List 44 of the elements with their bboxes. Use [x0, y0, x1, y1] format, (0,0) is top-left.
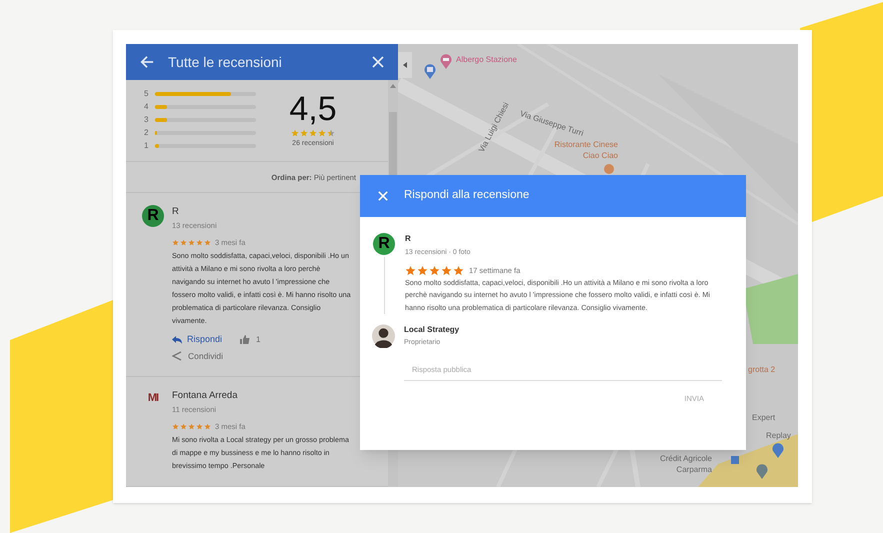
collapse-tab[interactable]: [398, 52, 412, 78]
star-icon: [405, 264, 416, 276]
dialog-title: Rispondi alla recensione: [404, 188, 530, 204]
thumbs-up-icon[interactable]: [240, 335, 250, 344]
scroll-up-icon[interactable]: [390, 84, 396, 88]
histogram-label: 1: [144, 140, 149, 152]
owner-name: Local Strategy: [404, 324, 460, 336]
map-label: Crédit Agricole Carparma: [658, 453, 712, 475]
map-label: Ristorante Cinese Ciao Ciao: [553, 139, 618, 161]
like-count: 1: [256, 334, 260, 346]
star-icon: [429, 264, 440, 276]
bus-pin-icon[interactable]: [424, 64, 436, 79]
map-pin-icon[interactable]: [756, 464, 768, 479]
map-label: Albergo Stazione: [456, 54, 517, 65]
histogram-label: 5: [144, 88, 149, 100]
share-button[interactable]: Condividi: [172, 350, 223, 362]
map-label: grotta 2: [748, 364, 776, 375]
share-icon: [172, 350, 182, 361]
reviewer-name: R: [172, 205, 180, 220]
panel-title: Tutte le recensioni: [168, 52, 283, 72]
back-arrow-icon[interactable]: [140, 55, 154, 69]
close-icon[interactable]: [372, 56, 384, 68]
reviewer-logo: MI: [146, 391, 160, 406]
reviewer-avatar: R: [373, 233, 395, 255]
reply-button[interactable]: Rispondi: [172, 333, 222, 346]
owner-avatar: [372, 324, 395, 348]
reviewer-name: Fontana Arreda: [172, 389, 238, 404]
average-rating: 4,5: [289, 89, 337, 130]
reviewer-avatar: R: [142, 205, 164, 228]
restaurant-pin-icon[interactable]: [604, 164, 614, 176]
histogram-label: 3: [144, 114, 149, 126]
reply-icon: [172, 336, 182, 344]
star-icon: [453, 264, 464, 276]
map-label: Replay: [766, 430, 791, 441]
shop-pin-icon[interactable]: [772, 443, 784, 458]
half-star-icon: [327, 129, 335, 138]
histogram-label: 2: [144, 126, 149, 138]
histogram-label: 4: [144, 100, 149, 112]
hotel-pin-icon[interactable]: [440, 54, 452, 69]
reviewer-name: R: [405, 233, 412, 245]
star-icon: [417, 264, 428, 276]
map-label: Expert: [752, 412, 776, 423]
star-icon: [441, 264, 452, 276]
caret-icon: [403, 62, 407, 68]
